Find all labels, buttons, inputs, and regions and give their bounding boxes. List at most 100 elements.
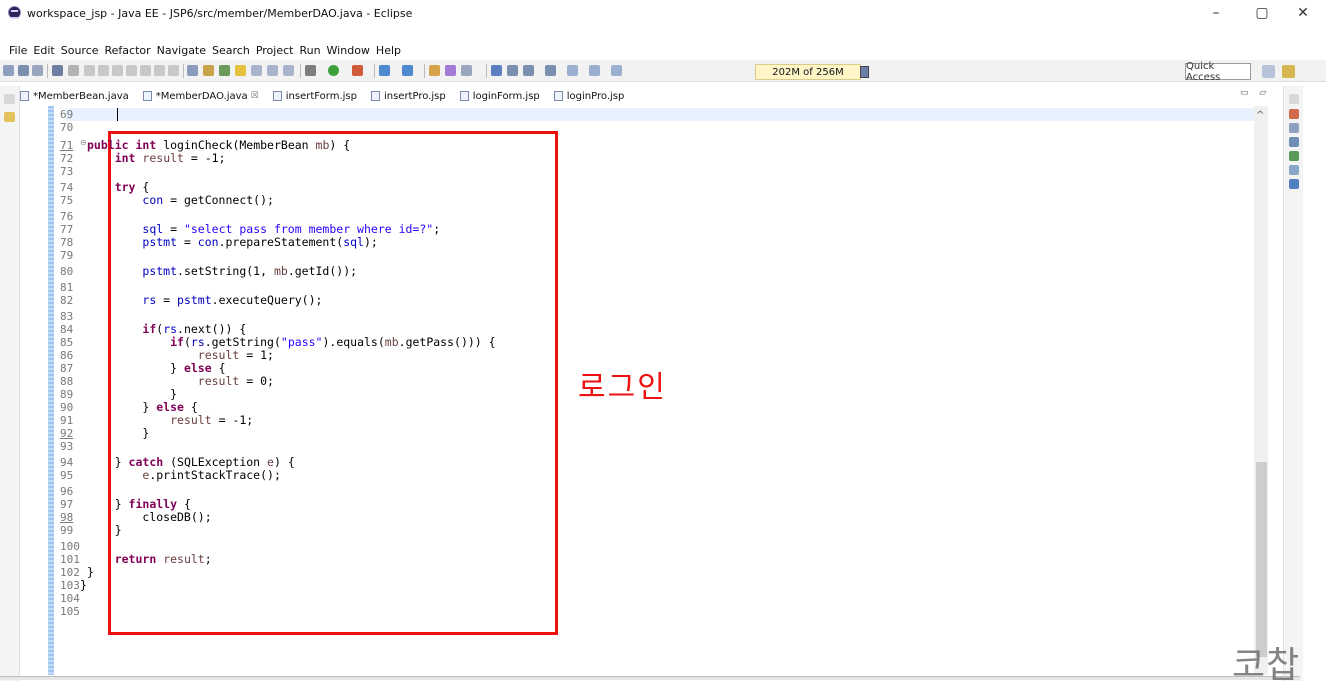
code-token: .next()) {	[177, 322, 247, 336]
menu-help[interactable]: Help	[376, 44, 401, 57]
resume-icon[interactable]	[84, 65, 95, 76]
step-return-icon[interactable]	[168, 65, 179, 76]
quick-access-field[interactable]: Quick Access	[1185, 61, 1251, 83]
code-line-99: }	[87, 524, 122, 537]
scroll-up-icon[interactable]: ^	[1256, 110, 1264, 121]
menu-run[interactable]: Run	[299, 44, 320, 57]
code-token: rs	[163, 322, 178, 336]
web-browser-icon[interactable]	[491, 65, 502, 76]
tab-loginpro[interactable]: loginPro.jsp	[553, 91, 624, 102]
annotation-label: 로그인	[578, 370, 667, 405]
heap-status: 202M of 256M	[755, 64, 861, 80]
close-button[interactable]: ✕	[1280, 0, 1326, 26]
console-icon[interactable]	[1289, 179, 1299, 189]
outline-icon[interactable]	[1289, 109, 1299, 119]
maximize-button[interactable]: ▢	[1239, 0, 1285, 26]
eclipse-icon	[8, 6, 21, 19]
fold-icon[interactable]: ⊖	[80, 138, 87, 147]
jsp-file-icon	[459, 91, 469, 101]
new-project-icon[interactable]	[402, 65, 413, 76]
back-icon[interactable]	[567, 65, 578, 76]
breadcrumb-icon[interactable]	[283, 65, 294, 76]
code-token: = getConnect();	[163, 193, 274, 207]
new-server-icon[interactable]	[379, 65, 390, 76]
next-annotation-icon[interactable]	[507, 65, 518, 76]
minimize-button[interactable]: –	[1193, 0, 1239, 26]
new-file-icon[interactable]	[461, 65, 472, 76]
right-minimized-stack	[1283, 86, 1303, 681]
menu-edit[interactable]: Edit	[33, 44, 54, 57]
code-line-72: int result = -1;	[87, 152, 226, 165]
menu-refactor[interactable]: Refactor	[105, 44, 151, 57]
minimize-maximize-controls[interactable]: ▭ ▱	[1240, 88, 1270, 98]
tab-loginform[interactable]: loginForm.jsp	[459, 91, 540, 102]
forward-more-icon[interactable]	[611, 65, 622, 76]
snippets-icon[interactable]	[1289, 165, 1299, 175]
new-class-icon[interactable]	[429, 65, 440, 76]
code-token: .executeQuery();	[211, 293, 323, 307]
line-number: 100	[60, 540, 80, 553]
line-number: 72	[60, 152, 74, 165]
code-token: }	[87, 361, 184, 375]
menu-project[interactable]: Project	[256, 44, 294, 57]
tab-label: *MemberDAO.java	[155, 90, 248, 102]
last-edit-icon[interactable]	[545, 65, 556, 76]
menu-window[interactable]: Window	[327, 44, 370, 57]
step-into-icon[interactable]	[140, 65, 151, 76]
java-ee-perspective-icon[interactable]	[1282, 65, 1295, 78]
terminal-icon[interactable]	[52, 65, 63, 76]
code-token: if	[142, 322, 157, 336]
code-token: ) {	[329, 138, 351, 152]
restore-icon[interactable]	[4, 94, 15, 104]
tab-insertpro[interactable]: insertPro.jsp	[370, 91, 446, 102]
restore-icon[interactable]	[1289, 94, 1299, 104]
code-line-92: }	[87, 427, 149, 440]
tab-insertform[interactable]: insertForm.jsp	[272, 91, 357, 102]
close-tab-icon[interactable]: ☒	[251, 91, 259, 101]
save-icon[interactable]	[18, 65, 29, 76]
data-source-icon[interactable]	[1289, 151, 1299, 161]
new-icon[interactable]	[3, 65, 14, 76]
search-icon[interactable]	[219, 65, 230, 76]
prev-annotation-icon[interactable]	[523, 65, 534, 76]
menu-source[interactable]: Source	[61, 44, 99, 57]
scrollbar-thumb[interactable]	[1256, 462, 1267, 657]
skip-breakpoints-icon[interactable]	[68, 65, 79, 76]
run-icon[interactable]	[328, 65, 339, 76]
disconnect-icon[interactable]	[126, 65, 137, 76]
drop-to-frame-icon[interactable]	[187, 65, 198, 76]
step-over-icon[interactable]	[154, 65, 165, 76]
code-line-102: }	[87, 566, 94, 579]
code-token: = 0;	[239, 374, 274, 388]
code-token: }	[87, 455, 129, 469]
save-all-icon[interactable]	[32, 65, 43, 76]
new-package-icon[interactable]	[445, 65, 456, 76]
garbage-collect-icon[interactable]	[860, 66, 869, 78]
task-list-icon[interactable]	[1289, 123, 1299, 133]
open-type-icon[interactable]	[203, 65, 214, 76]
show-whitespace-icon[interactable]	[267, 65, 278, 76]
tab-memberbean[interactable]: *MemberBean.java	[20, 91, 129, 102]
block-selection-icon[interactable]	[251, 65, 262, 76]
menu-search[interactable]: Search	[212, 44, 250, 57]
suspend-icon[interactable]	[98, 65, 109, 76]
external-tools-icon[interactable]	[352, 65, 363, 76]
code-token: pstmt	[142, 235, 178, 249]
project-explorer-icon[interactable]	[4, 112, 15, 122]
code-token: ;	[433, 222, 441, 236]
code-token: con	[142, 193, 164, 207]
menu-navigate[interactable]: Navigate	[157, 44, 206, 57]
code-token: = -1;	[183, 151, 226, 165]
toggle-mark-icon[interactable]	[235, 65, 246, 76]
forward-icon[interactable]	[589, 65, 600, 76]
menu-file[interactable]: File	[9, 44, 27, 57]
line-number: 85	[60, 336, 74, 349]
debug-icon[interactable]	[305, 65, 316, 76]
open-perspective-icon[interactable]	[1262, 65, 1275, 78]
terminate-icon[interactable]	[112, 65, 123, 76]
tab-memberdao[interactable]: *MemberDAO.java ☒	[142, 90, 259, 102]
code-token: {	[211, 361, 226, 375]
line-number: 76	[60, 210, 74, 223]
servers-icon[interactable]	[1289, 137, 1299, 147]
